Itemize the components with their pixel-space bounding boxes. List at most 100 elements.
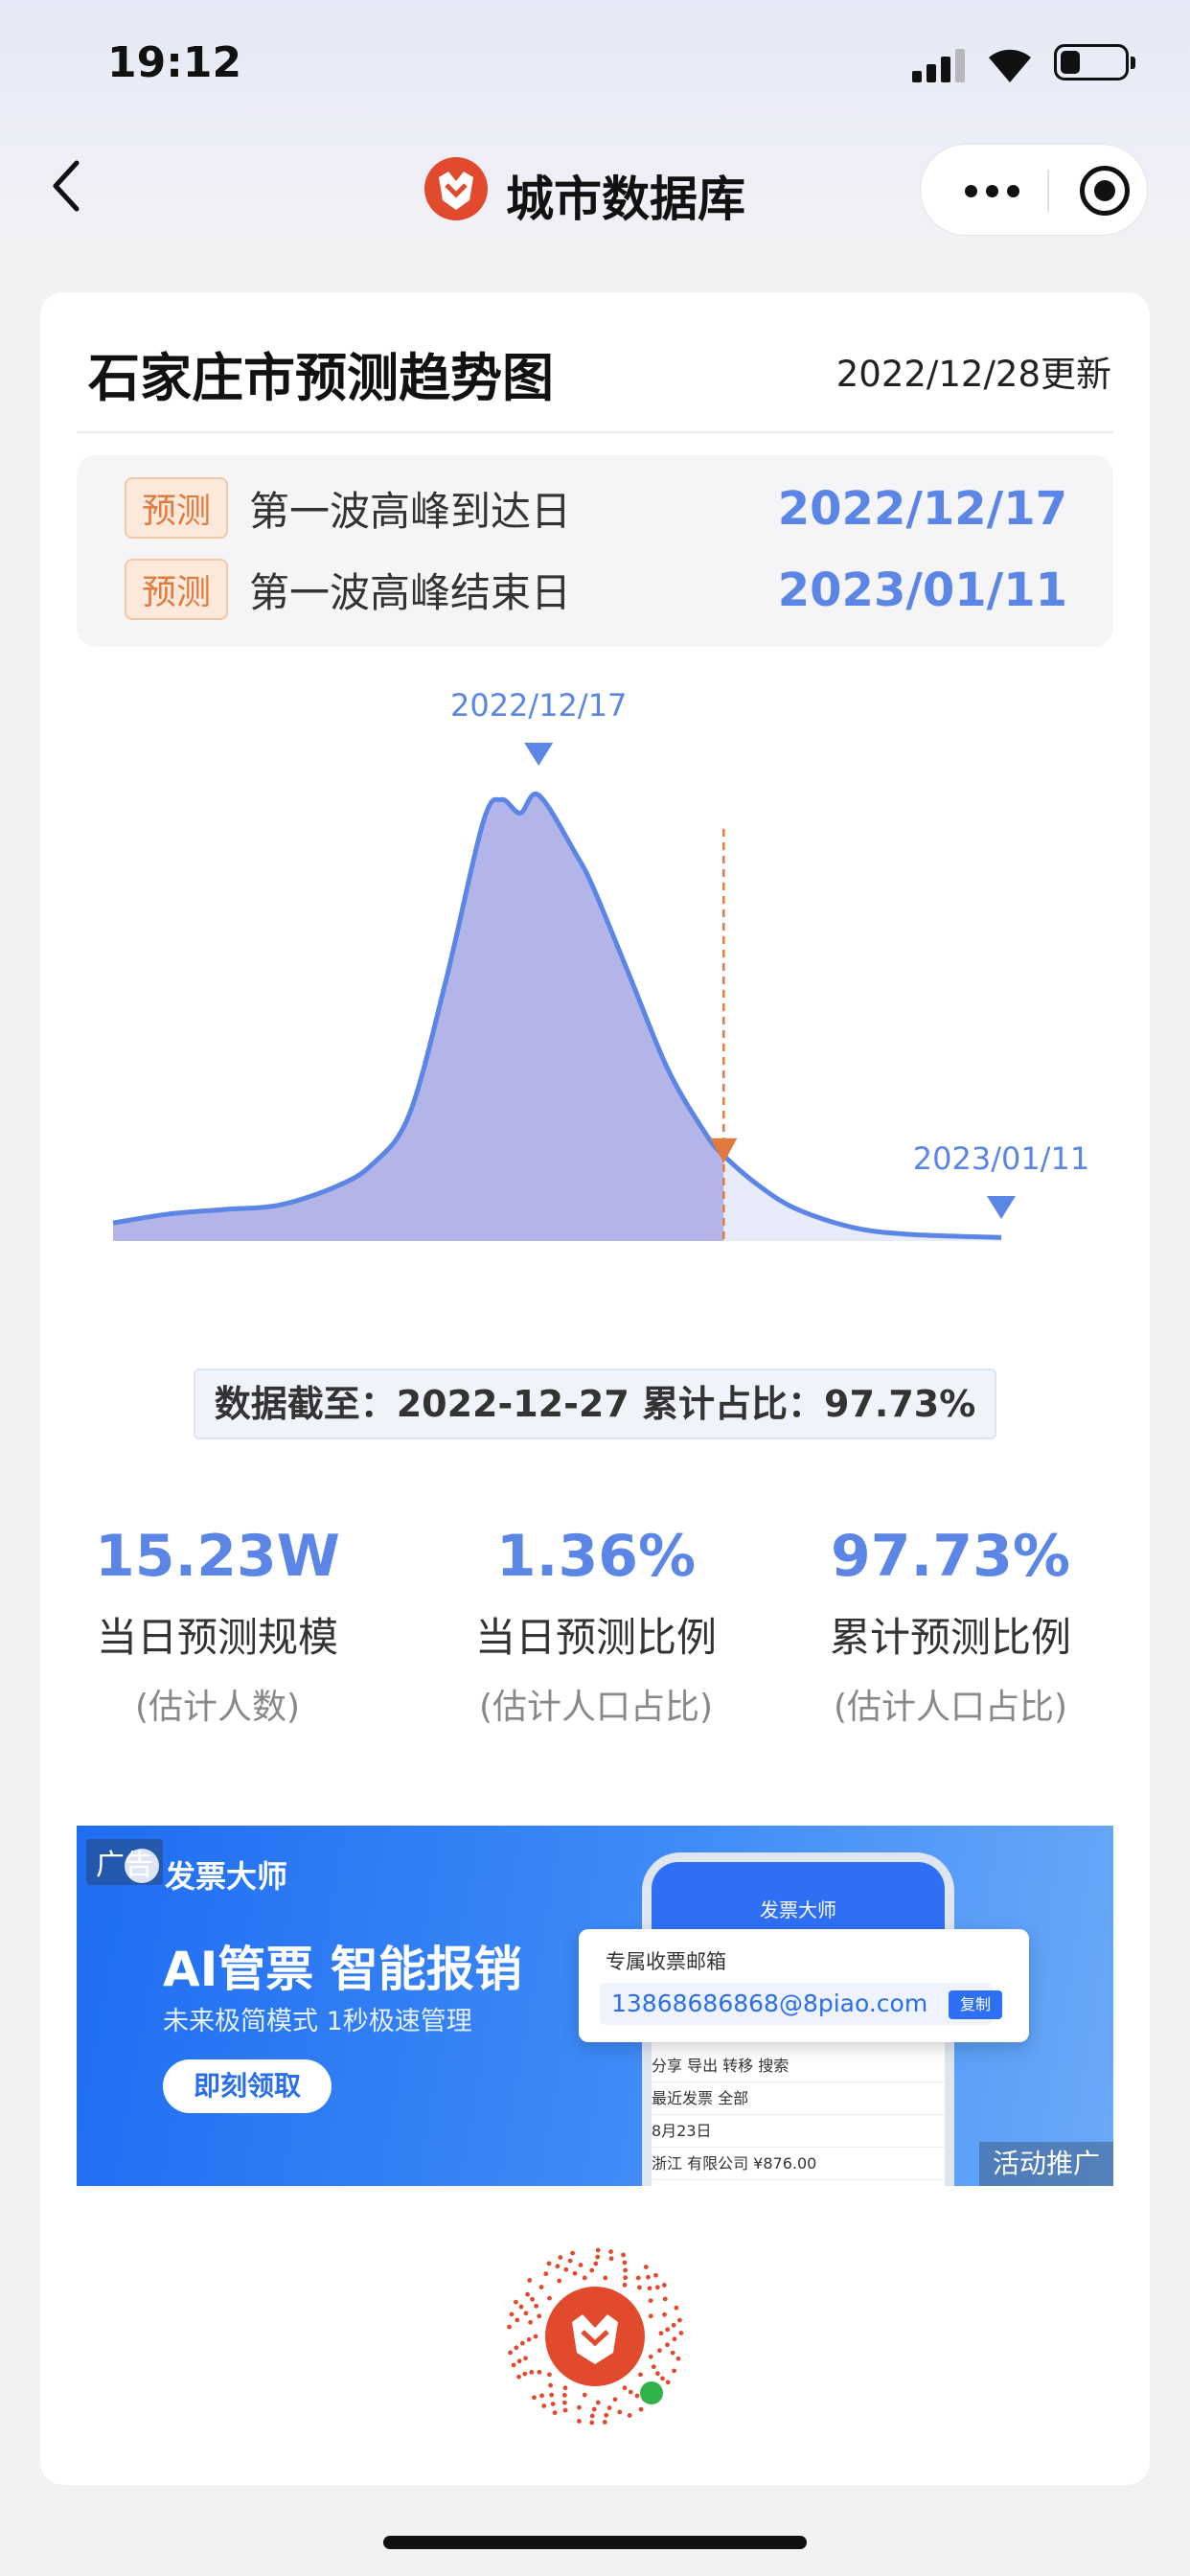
- nav-title: 城市数据库: [506, 172, 745, 227]
- qr-dot: [674, 2305, 679, 2311]
- qr-dot: [591, 2406, 597, 2412]
- qr-dot: [670, 2350, 675, 2356]
- qr-dot: [602, 2420, 607, 2425]
- qr-dot: [562, 2385, 568, 2391]
- qr-dot: [528, 2319, 533, 2325]
- data-cutoff-box: 数据截至：2022-12-27 累计占比：97.73%: [194, 1368, 996, 1439]
- close-target-icon[interactable]: [1080, 166, 1130, 216]
- qr-dot: [549, 2392, 555, 2398]
- qr-dot: [608, 2249, 613, 2254]
- qr-dot: [539, 2393, 544, 2399]
- status-time: 19:12: [107, 38, 242, 87]
- wifi-icon: [989, 49, 1031, 82]
- qr-dot: [589, 2413, 595, 2419]
- qr-dot: [523, 2311, 529, 2316]
- qr-dot: [538, 2285, 544, 2289]
- ad-promo-label[interactable]: 活动推广: [978, 2142, 1113, 2186]
- divider: [77, 431, 1113, 433]
- qr-dot: [552, 2410, 558, 2416]
- qr-dot: [621, 2252, 626, 2258]
- qr-dot: [537, 2369, 542, 2375]
- qr-dot: [677, 2317, 682, 2323]
- qr-dot: [672, 2336, 677, 2342]
- stat-daily-scale: 15.23W 当日预测规模 (估计人数): [40, 1519, 395, 1729]
- qr-dot: [557, 2278, 562, 2284]
- qr-dot: [570, 2250, 575, 2256]
- qr-dot: [612, 2397, 618, 2403]
- trend-chart: 2022/12/17 2023/01/11: [112, 687, 1089, 1241]
- list-item: 8月23日: [652, 2115, 945, 2148]
- qr-dot: [665, 2342, 670, 2348]
- qr-dot: [537, 2313, 542, 2319]
- qr-dot: [550, 2402, 556, 2406]
- prediction-date-peak: 2022/12/17: [777, 482, 1067, 536]
- qr-dot: [561, 2392, 567, 2398]
- qr-dot: [522, 2371, 528, 2377]
- more-icon[interactable]: [950, 145, 1034, 237]
- qr-dot: [635, 2275, 641, 2281]
- ad-headline: AI管票 智能报销: [163, 1942, 522, 1997]
- qr-dot: [662, 2296, 668, 2302]
- qr-dot: [563, 2266, 569, 2272]
- qr-dot: [634, 2393, 640, 2399]
- qr-dot: [622, 2260, 628, 2266]
- prediction-tag: 预测: [125, 477, 229, 539]
- prediction-panel: 预测 第一波高峰到达日 2022/12/17 预测 第一波高峰结束日 2023/…: [77, 455, 1113, 647]
- qr-dot: [547, 2295, 552, 2301]
- capsule-divider: [1047, 170, 1049, 212]
- qr-dot: [516, 2358, 522, 2364]
- area-fill-observed: [113, 794, 724, 1241]
- ad-banner[interactable]: 广告 发票大师 AI管票 智能报销 未来极简模式 1秒极速管理 即刻领取 发票大…: [77, 1826, 1113, 2186]
- ad-email-popup: 专属收票邮箱 13868686868@8piao.com 复制: [579, 1929, 1029, 2042]
- stat-label: 当日预测规模: [96, 1614, 338, 1661]
- qr-dot: [622, 2282, 628, 2288]
- qr-dot: [548, 2382, 553, 2388]
- qr-dot: [582, 2392, 587, 2398]
- qr-dot: [516, 2374, 521, 2380]
- app-logo-icon: [424, 157, 488, 220]
- qr-dot: [562, 2407, 568, 2413]
- qr-dot: [515, 2317, 520, 2323]
- qr-dot: [647, 2286, 652, 2291]
- qr-dot: [623, 2267, 629, 2273]
- qr-dot: [519, 2340, 525, 2346]
- qr-dot: [675, 2356, 681, 2361]
- stat-sub: (估计人口占比): [478, 1688, 714, 1727]
- qr-dot: [546, 2261, 552, 2266]
- qr-dot: [523, 2356, 528, 2361]
- prediction-row-end: 预测 第一波高峰结束日: [125, 559, 572, 620]
- qr-dot: [627, 2413, 632, 2418]
- phone-app-title: 发票大师: [760, 1898, 836, 1921]
- cellular-signal-icon: [912, 48, 970, 82]
- qr-dot: [582, 2275, 587, 2281]
- qr-dot: [593, 2261, 599, 2266]
- card-title: 石家庄市预测趋势图: [88, 348, 554, 408]
- qr-dot: [529, 2369, 535, 2375]
- back-arrow-icon[interactable]: [46, 157, 88, 215]
- list-item: 分享 导出 转移 搜索: [652, 2050, 945, 2082]
- qr-dot: [648, 2298, 653, 2304]
- qr-dot: [595, 2247, 601, 2253]
- qr-dot: [527, 2278, 533, 2283]
- qr-dot: [589, 2267, 595, 2273]
- prediction-label: 第一波高峰到达日: [249, 487, 572, 535]
- prediction-date-end: 2023/01/11: [777, 564, 1067, 617]
- qr-dot: [533, 2334, 538, 2339]
- qr-dot: [638, 2406, 644, 2412]
- prediction-tag: 预测: [125, 559, 229, 620]
- mini-program-code-icon[interactable]: [506, 2247, 684, 2426]
- stat-cumulative-ratio: 97.73% 累计预测比例 (估计人口占比): [773, 1519, 1128, 1729]
- stat-label: 当日预测比例: [474, 1614, 717, 1661]
- qr-dot: [525, 2291, 530, 2297]
- popup-copy-button: 复制: [949, 1990, 1002, 2019]
- qr-dot: [511, 2362, 516, 2368]
- qr-dot: [514, 2345, 519, 2351]
- qr-dot: [655, 2371, 660, 2377]
- stat-value: 1.36%: [495, 1523, 697, 1590]
- prediction-row-peak: 预测 第一波高峰到达日: [125, 477, 572, 539]
- prediction-label: 第一波高峰结束日: [249, 568, 572, 616]
- ad-cta-button[interactable]: 即刻领取: [163, 2059, 332, 2113]
- popup-email: 13868686868@8piao.com: [600, 1983, 993, 2025]
- qr-dot: [577, 2404, 582, 2410]
- qr-dot: [654, 2285, 660, 2290]
